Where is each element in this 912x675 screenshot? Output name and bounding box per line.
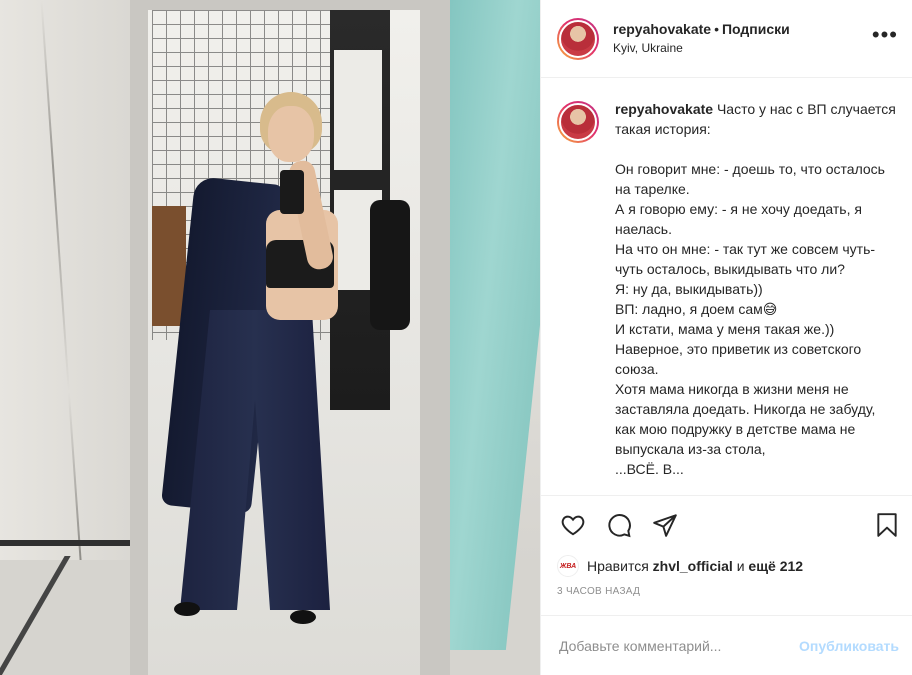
liker-avatar[interactable]: ЖВА — [557, 555, 579, 577]
caption-line: ВП: ладно, я доем сам😅 — [615, 301, 778, 317]
actions-area: ЖВА Нравится zhvl_official и ещё 212 3 ч… — [541, 495, 912, 625]
post-sidebar: repyahovakate • Подписки Kyiv, Ukraine •••… — [540, 0, 912, 675]
post-location[interactable]: Kyiv, Ukraine — [613, 39, 790, 57]
caption-line: А я говорю ему: - я не хочу доедать, я н… — [615, 201, 866, 237]
comment-icon[interactable] — [605, 511, 633, 539]
likes-count[interactable]: ещё 212 — [748, 558, 803, 574]
author-avatar[interactable] — [557, 17, 599, 60]
caption-area: repyahovakate Часто у нас с ВП случается… — [541, 79, 912, 495]
photo-wall — [0, 0, 140, 600]
separator-dot: • — [714, 21, 719, 37]
post-timestamp[interactable]: 3 часов назад — [541, 578, 912, 597]
likes-prefix: Нравится — [587, 558, 649, 574]
caption-line: ...ВСЁ. В... — [615, 461, 684, 477]
caption-avatar[interactable] — [557, 101, 599, 143]
caption-username[interactable]: repyahovakate — [615, 101, 713, 117]
heart-icon[interactable] — [559, 511, 587, 539]
caption-text: repyahovakate Часто у нас с ВП случается… — [615, 99, 899, 479]
follow-button[interactable]: Подписки — [722, 21, 790, 37]
more-options-icon[interactable]: ••• — [872, 24, 898, 46]
caption-line: Я: ну да, выкидывать)) — [615, 281, 763, 297]
post-header: repyahovakate • Подписки Kyiv, Ukraine ••• — [541, 0, 912, 78]
comment-input[interactable] — [559, 637, 800, 654]
likes-row: ЖВА Нравится zhvl_official и ещё 212 — [541, 554, 912, 578]
share-icon[interactable] — [651, 511, 679, 539]
caption-line: Он говорит мне: - доешь то, что осталось… — [615, 161, 889, 197]
caption-line: Наверное, это приветик из советского сою… — [615, 341, 866, 377]
caption-line: На что он мне: - так тут же совсем чуть-… — [615, 241, 876, 277]
comment-bar: Опубликовать — [541, 615, 912, 675]
likes-and: и — [736, 558, 745, 574]
photo-mirror — [148, 10, 420, 675]
caption-line: И кстати, мама у меня такая же.)) — [615, 321, 835, 337]
post-photo[interactable] — [0, 0, 540, 675]
action-bar — [541, 496, 912, 554]
liker-username[interactable]: zhvl_official — [653, 558, 733, 574]
bookmark-icon[interactable] — [873, 511, 901, 539]
publish-button[interactable]: Опубликовать — [799, 638, 899, 654]
caption-line: Хотя мама никогда в жизни меня не застав… — [615, 381, 880, 457]
author-username[interactable]: repyahovakate — [613, 21, 711, 37]
